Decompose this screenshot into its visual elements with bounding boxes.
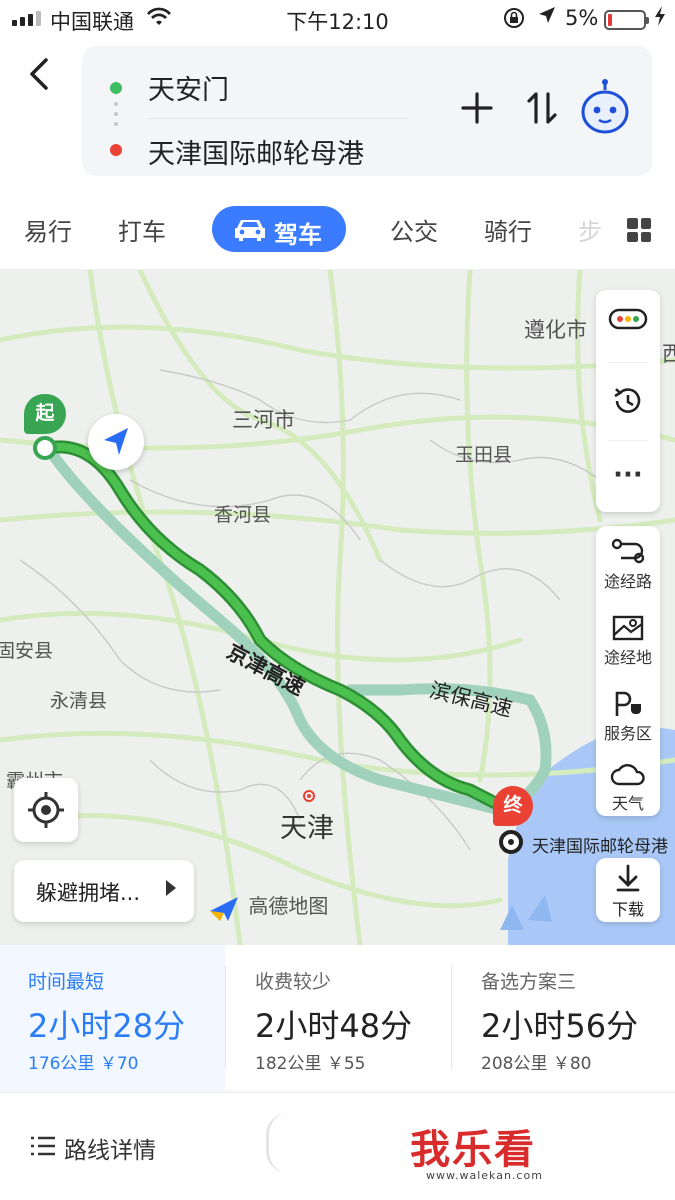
cloud-icon (610, 764, 645, 786)
car-icon (235, 220, 265, 241)
map-label-guan: 固安县 (0, 640, 54, 662)
back-button[interactable] (22, 56, 58, 92)
route-plan-alternative-three[interactable]: 备选方案三 2小时56分 208公里 ￥80 (453, 945, 675, 1090)
map-label-destination: 天津国际邮轮母港 (532, 837, 668, 857)
history-button[interactable] (596, 384, 660, 420)
route-tools-panel: 途经路 途经地 服务区 天气 (596, 526, 660, 816)
tab-walk[interactable]: 步 (578, 212, 602, 247)
plan-duration: 2小时48分 (255, 1007, 413, 1045)
tab-bike[interactable]: 骑行 (484, 212, 532, 247)
start-marker-badge: 起 (24, 394, 66, 434)
tab-yixing[interactable]: 易行 (24, 212, 72, 247)
download-icon (616, 864, 640, 892)
divider (451, 965, 452, 1070)
tab-bus[interactable]: 公交 (390, 212, 438, 247)
traffic-toggle-button[interactable] (596, 308, 660, 338)
destination-field[interactable]: 天津国际邮轮母港 (148, 132, 364, 171)
origin-field[interactable]: 天安门 (148, 68, 229, 107)
watermark-url: www.walekan.com (426, 1169, 543, 1182)
swap-icon (527, 92, 557, 124)
avoid-congestion-button[interactable]: 躲避拥堵... (14, 860, 194, 922)
divider (148, 118, 408, 119)
crosshair-icon (28, 792, 64, 828)
tab-taxi[interactable]: 打车 (118, 212, 166, 247)
map-tools-panel: ··· (596, 290, 660, 512)
assistant-robot-icon (581, 79, 629, 134)
clock-history-icon (614, 388, 641, 413)
waypoint-route-label: 途经路 (603, 572, 652, 591)
route-map[interactable]: 遵化市 西 三河市 玉田县 香河县 固安县 永清县 霸州市 天津 京津高速 滨保… (0, 270, 675, 945)
battery-icon (604, 10, 649, 30)
route-details-label: 路线详情 (64, 1138, 156, 1164)
waypoint-place-button[interactable]: 途经地 (596, 614, 660, 674)
download-label: 下载 (611, 900, 644, 919)
plan-distance-cost: 176公里 ￥70 (28, 1054, 139, 1074)
travel-mode-tabs: 易行 打车 驾车 公交 骑行 步 (0, 188, 675, 270)
plan-label: 备选方案三 (481, 971, 577, 993)
map-label-sanhe: 三河市 (232, 408, 295, 432)
amap-logo-icon (210, 896, 238, 921)
service-area-button[interactable]: 服务区 (596, 690, 660, 750)
map-label-zunhua: 遵化市 (524, 318, 587, 342)
map-label-xi: 西 (662, 342, 675, 366)
avoid-congestion-label: 躲避拥堵... (36, 881, 141, 905)
plan-label: 时间最短 (28, 971, 105, 993)
battery-percent: 5% (565, 6, 599, 30)
plan-distance-cost: 182公里 ￥55 (255, 1054, 366, 1074)
waypoint-route-icon (611, 538, 645, 564)
plan-distance-cost: 208公里 ￥80 (481, 1054, 592, 1074)
route-plan-low-toll[interactable]: 收费较少 2小时48分 182公里 ￥55 (227, 945, 452, 1090)
plan-duration: 2小时56分 (481, 1007, 639, 1045)
plan-label: 收费较少 (255, 971, 332, 993)
orientation-lock-icon (503, 7, 525, 34)
route-connector (114, 102, 118, 126)
sheet-drag-handle[interactable] (266, 1113, 288, 1173)
destination-dot-icon (110, 144, 122, 156)
route-plans: 时间最短 2小时28分 176公里 ￥70 收费较少 2小时48分 182公里 … (0, 945, 675, 1090)
weather-button[interactable]: 天气 (596, 762, 660, 818)
map-label-yongqing: 永清县 (50, 690, 108, 712)
route-plan-fastest[interactable]: 时间最短 2小时28分 176公里 ￥70 (0, 945, 225, 1090)
waypoint-route-button[interactable]: 途经路 (596, 538, 660, 598)
bottom-bar: 路线详情 我乐看 www.walekan.com (0, 1092, 675, 1200)
traffic-light-icon (608, 308, 648, 330)
assistant-avatar-button[interactable] (579, 78, 631, 134)
weather-label: 天气 (611, 794, 644, 813)
divider (225, 965, 226, 1070)
plus-icon (461, 92, 493, 124)
map-label-xianghe: 香河县 (214, 504, 272, 526)
back-arrow-icon (30, 58, 48, 90)
add-waypoint-button[interactable] (457, 88, 497, 128)
tab-drive[interactable]: 驾车 (212, 206, 346, 252)
current-location-arrow (88, 414, 144, 470)
swap-route-button[interactable] (522, 88, 562, 128)
offline-download-button[interactable]: 下载 (596, 858, 660, 922)
location-arrow-icon (537, 5, 557, 30)
tab-drive-label: 驾车 (274, 221, 322, 249)
more-options-button[interactable]: ··· (596, 460, 660, 496)
service-area-label: 服务区 (603, 724, 652, 743)
parking-coffee-icon (615, 691, 641, 716)
end-marker-badge: 终 (493, 786, 533, 826)
status-bar: 中国联通 下午12:10 5% (0, 0, 675, 38)
waypoint-place-label: 途经地 (603, 648, 652, 667)
map-pin-icon (612, 615, 644, 641)
route-input-box: 天安门 天津国际邮轮母港 (82, 46, 652, 176)
locate-me-button[interactable] (14, 778, 78, 842)
more-modes-grid-icon[interactable] (627, 218, 651, 242)
origin-dot-icon (110, 82, 122, 94)
map-label-yutian: 玉田县 (455, 444, 513, 466)
navigation-arrow-icon (104, 428, 128, 455)
plan-duration: 2小时28分 (28, 1007, 186, 1045)
map-provider-logo: 高德地图 (208, 890, 328, 923)
map-provider-name: 高德地图 (248, 894, 329, 918)
route-header: 天安门 天津国际邮轮母港 (0, 38, 675, 188)
caret-right-icon (166, 880, 176, 896)
charging-icon (653, 5, 667, 32)
list-icon (31, 1136, 55, 1156)
map-label-tianjin: 天津 (280, 813, 334, 844)
watermark-logo: 我乐看 (410, 1127, 536, 1173)
